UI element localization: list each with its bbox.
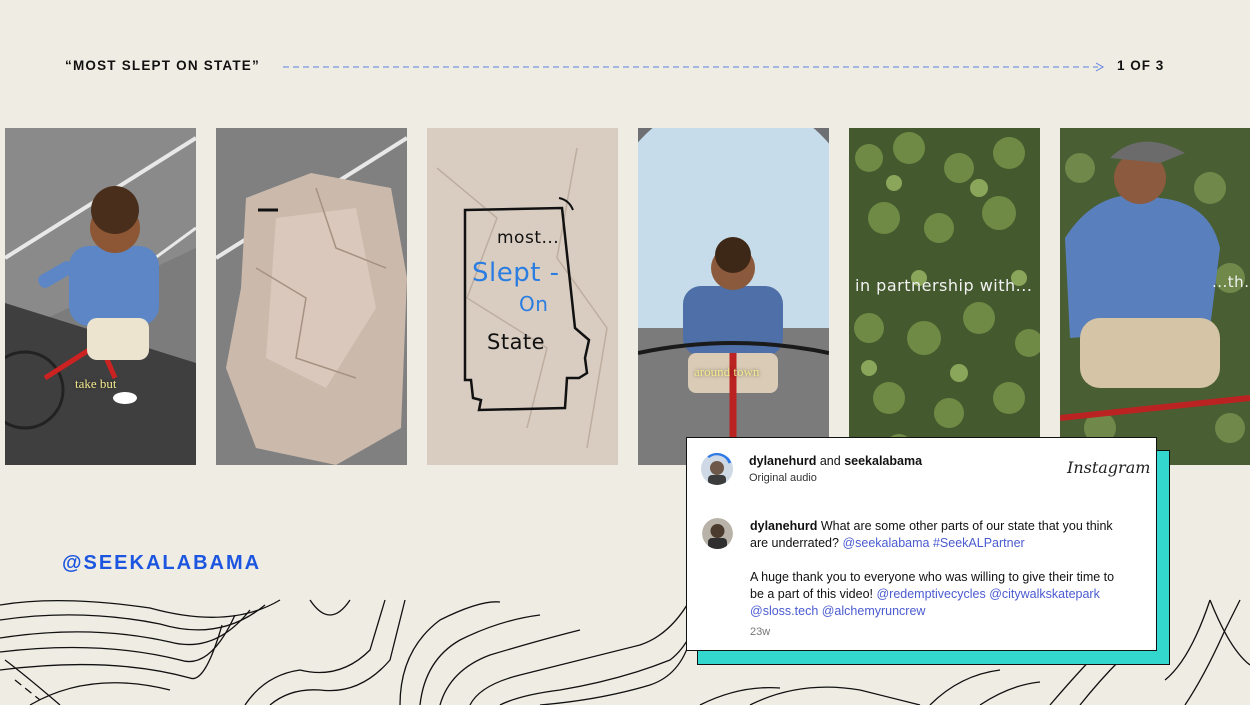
- instagram-logo: Instagram: [1067, 458, 1151, 477]
- map-text-most: most...: [497, 228, 560, 248]
- map-text-on: On: [519, 292, 549, 316]
- author-link[interactable]: seekalabama: [844, 454, 922, 468]
- video-frame-2: [216, 128, 407, 465]
- post-timestamp: 23w: [750, 626, 771, 638]
- instagram-post-card: dylanehurd and seekalabama Original audi…: [686, 437, 1157, 651]
- video-frame-6: ...th...: [1060, 128, 1250, 465]
- thanks-paragraph: A huge thank you to everyone who was wil…: [750, 569, 1125, 620]
- slide-page: “MOST SLEPT ON STATE” 1 OF 3 take but mo…: [0, 0, 1250, 705]
- account-handle[interactable]: @SEEKALABAMA: [62, 552, 261, 575]
- profile-avatar[interactable]: [701, 453, 733, 485]
- overlay-text: ...th...: [1212, 273, 1250, 291]
- hashtag-link[interactable]: #SeekALPartner: [929, 536, 1025, 550]
- author-link[interactable]: dylanehurd: [749, 454, 816, 468]
- slide-title: “MOST SLEPT ON STATE”: [65, 58, 260, 73]
- map-text-state: State: [487, 330, 546, 354]
- commenter-avatar[interactable]: [702, 518, 733, 549]
- audio-label[interactable]: Original audio: [749, 472, 817, 484]
- mention-link[interactable]: @seekalabama: [842, 536, 929, 550]
- video-frame-1: take but: [5, 128, 196, 465]
- map-text-slept: Slept -: [472, 258, 560, 288]
- video-caption: around town: [694, 364, 760, 379]
- dashed-arrow: [283, 62, 1105, 72]
- overlay-text: in partnership with...: [855, 276, 1033, 295]
- video-frame-4: around town: [638, 128, 829, 465]
- post-caption: dylanehurd What are some other parts of …: [750, 518, 1125, 620]
- video-caption: take but: [75, 376, 117, 391]
- video-frame-3: most... Slept - On State: [427, 128, 618, 465]
- video-frame-5: in partnership with...: [849, 128, 1040, 465]
- comment-username[interactable]: dylanehurd: [750, 519, 817, 533]
- authors-joiner: and: [816, 454, 845, 468]
- page-indicator: 1 OF 3: [1117, 58, 1165, 73]
- post-authors: dylanehurd and seekalabama: [749, 454, 922, 468]
- comment-paragraph: dylanehurd What are some other parts of …: [750, 518, 1125, 552]
